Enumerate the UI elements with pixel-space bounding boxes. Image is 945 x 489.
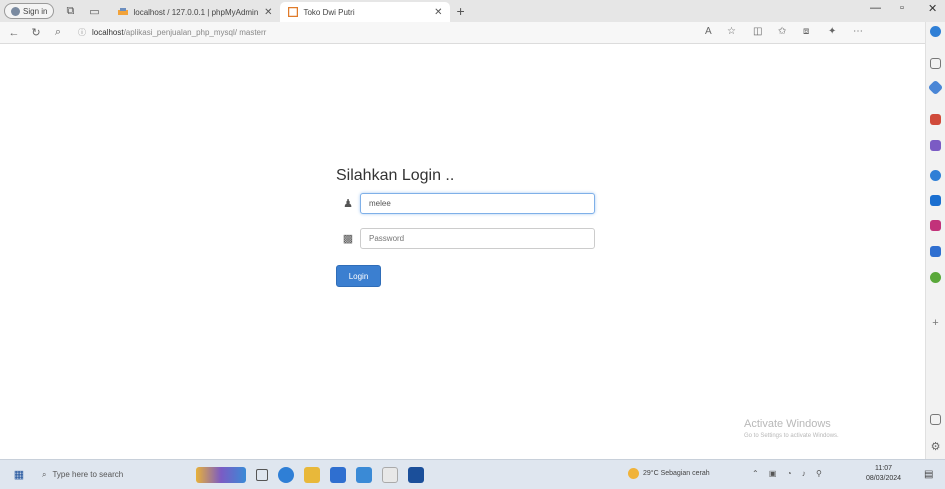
- edge-sidebar: + ⚙: [925, 22, 945, 459]
- drop-icon[interactable]: [930, 220, 941, 231]
- taskbar-search-placeholder: Type here to search: [52, 470, 124, 479]
- windows-start-icon[interactable]: ▦: [6, 468, 32, 481]
- close-tab-icon[interactable]: ✕: [264, 7, 272, 18]
- extension-icon[interactable]: ✦: [828, 26, 836, 37]
- search-icon[interactable]: [930, 58, 941, 69]
- read-aloud-icon[interactable]: A: [705, 26, 712, 37]
- login-form: Silahkan Login .. ♟ ▩ Login: [336, 167, 598, 287]
- favorites-icon[interactable]: ✩: [778, 26, 786, 37]
- store-icon[interactable]: [330, 466, 346, 483]
- address-bar[interactable]: ⓘ localhost/aplikasi_penjualan_php_mysql…: [78, 25, 638, 41]
- tab-actions-icon[interactable]: ▭: [86, 3, 102, 19]
- browser-toolbar: ← ↻ ⌕ ⓘ localhost/aplikasi_penjualan_php…: [0, 22, 945, 44]
- edge-taskbar-icon[interactable]: [278, 466, 294, 483]
- tab-phpmyadmin[interactable]: localhost / 127.0.0.1 | phpMyAdmin ✕: [110, 2, 280, 22]
- weather-widget[interactable]: 29°C Sebagian cerah: [628, 468, 710, 479]
- sidebar-layout-icon[interactable]: [930, 414, 941, 425]
- new-tab-icon[interactable]: +: [456, 3, 464, 19]
- telegram-icon[interactable]: [930, 246, 941, 257]
- office-icon[interactable]: [930, 170, 941, 181]
- file-explorer-icon[interactable]: [304, 466, 320, 483]
- profile-avatar-icon: [11, 6, 20, 16]
- minimize-icon[interactable]: —: [870, 2, 881, 14]
- user-icon: ♟: [343, 198, 353, 210]
- weather-text: 29°C Sebagian cerah: [643, 470, 710, 477]
- username-input[interactable]: [360, 193, 595, 214]
- tab-toko-dwi-putri[interactable]: Toko Dwi Putri ✕: [280, 2, 451, 22]
- signin-label: Sign in: [23, 6, 48, 16]
- taskbar-clock[interactable]: 11:07 08/03/2024: [866, 464, 901, 484]
- clock-date: 08/03/2024: [866, 475, 902, 482]
- mail-icon[interactable]: [356, 466, 372, 483]
- workspaces-icon[interactable]: ⧉: [62, 3, 78, 19]
- url-path: /aplikasi_penjualan_php_mysql/ masterr: [123, 28, 267, 37]
- app-icon[interactable]: [930, 272, 941, 283]
- search-icon: ⌕: [42, 469, 47, 479]
- login-button[interactable]: Login: [336, 265, 381, 287]
- close-window-icon[interactable]: ✕: [928, 2, 937, 15]
- phpmyadmin-favicon-icon: [118, 8, 129, 15]
- games-icon[interactable]: [930, 140, 941, 151]
- profile-signin-button[interactable]: Sign in: [4, 3, 55, 19]
- taskbar-search-box[interactable]: ⌕ Type here to search: [36, 464, 186, 486]
- sun-cloud-icon: [628, 468, 639, 479]
- lock-icon: ▩: [342, 233, 354, 245]
- browser-tab-strip: Sign in ⧉ ▭ localhost / 127.0.0.1 | phpM…: [0, 0, 945, 22]
- password-field-group: ▩: [336, 228, 598, 249]
- search-highlight-icon[interactable]: [196, 466, 246, 483]
- username-field-group: ♟: [336, 193, 598, 214]
- url-host: localhost: [92, 28, 124, 37]
- back-icon[interactable]: ←: [6, 27, 22, 39]
- login-title: Silahkan Login ..: [336, 167, 455, 184]
- search-icon[interactable]: ⌕: [50, 26, 66, 39]
- vscode-icon[interactable]: [408, 466, 424, 483]
- shopping-tag-icon[interactable]: [927, 79, 944, 96]
- split-screen-icon[interactable]: ◫: [753, 26, 762, 37]
- system-tray[interactable]: ⌃ ▣ ◔ ♪ ⚲: [752, 469, 826, 478]
- clock-time: 11:07: [875, 465, 893, 472]
- activate-windows-watermark: Activate Windows Go to Settings to activ…: [744, 418, 839, 439]
- watermark-subtitle: Go to Settings to activate Windows.: [744, 433, 839, 439]
- watermark-title: Activate Windows: [744, 418, 831, 430]
- windows-taskbar: ▦ ⌕ Type here to search 29°C Sebagian ce…: [0, 459, 945, 489]
- tools-icon[interactable]: [930, 114, 941, 125]
- info-icon[interactable]: ⓘ: [78, 27, 86, 38]
- close-tab-icon[interactable]: ✕: [434, 7, 442, 18]
- tab-title: localhost / 127.0.0.1 | phpMyAdmin: [133, 7, 259, 17]
- more-options-icon[interactable]: ⋯: [853, 26, 863, 37]
- page-favicon-icon: [288, 7, 299, 17]
- add-sidebar-app-icon[interactable]: +: [930, 318, 941, 329]
- task-view-icon[interactable]: [256, 468, 268, 481]
- settings-gear-icon[interactable]: ⚙: [930, 442, 941, 453]
- refresh-icon[interactable]: ↻: [28, 26, 44, 39]
- favorite-star-icon[interactable]: ☆: [727, 26, 736, 37]
- notepad-icon[interactable]: [382, 466, 398, 483]
- collections-icon[interactable]: ⧈: [803, 26, 809, 37]
- outlook-icon[interactable]: [930, 195, 941, 206]
- notification-icon[interactable]: ▤: [924, 469, 933, 480]
- copilot-icon[interactable]: [930, 26, 941, 37]
- maximize-icon[interactable]: ▫: [900, 2, 904, 14]
- tab-title: Toko Dwi Putri: [303, 7, 355, 17]
- password-input[interactable]: [360, 228, 595, 249]
